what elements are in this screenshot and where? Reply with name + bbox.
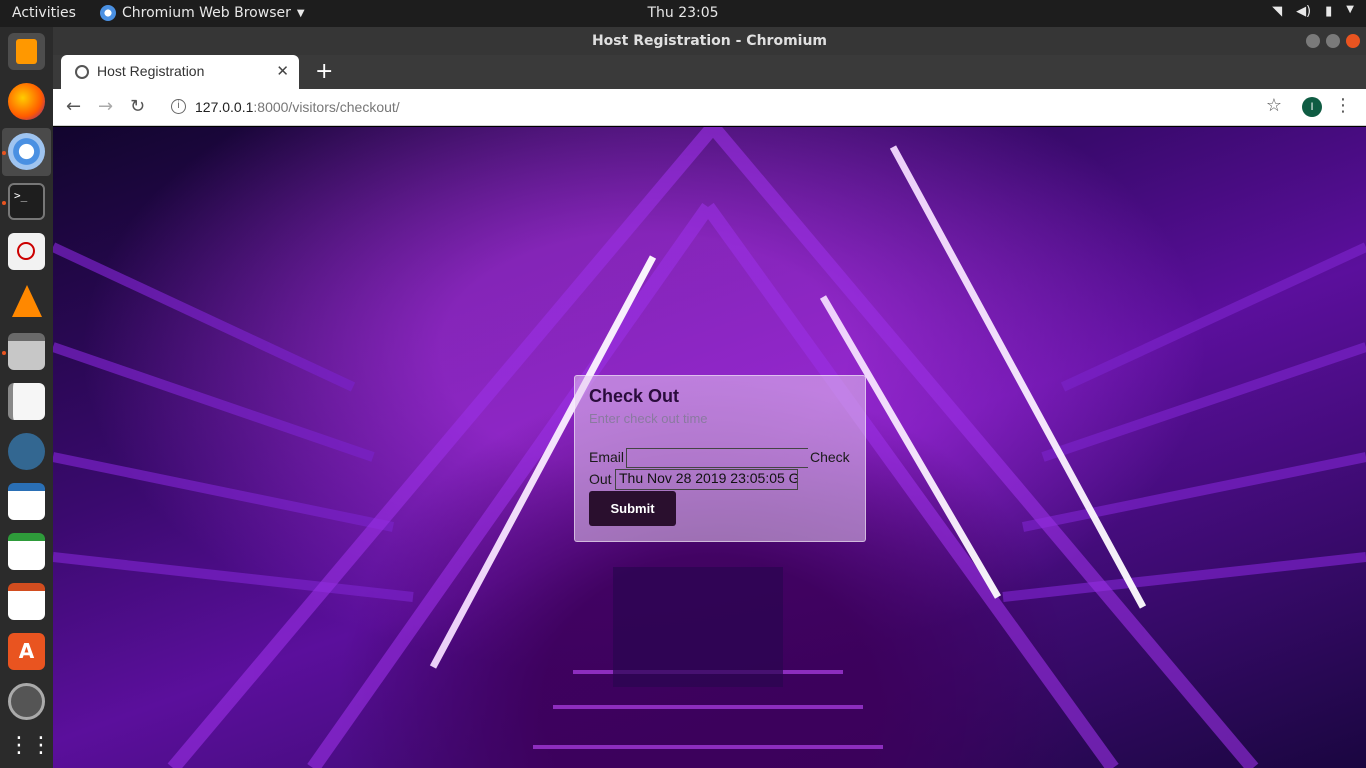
tab-title: Host Registration [97, 63, 205, 79]
app-menu-label: Chromium Web Browser [122, 5, 291, 21]
url-path: :8000/visitors/checkout/ [253, 99, 400, 115]
sublime-text-icon[interactable] [8, 33, 45, 70]
firefox-icon[interactable] [8, 83, 45, 120]
chevron-down-icon: ▼ [296, 7, 305, 19]
form-subheading: Enter check out time [589, 411, 708, 426]
dock: >_ A ⋮⋮ [0, 27, 53, 768]
evince-icon[interactable] [8, 233, 45, 270]
checkout-label-part1: Check [810, 449, 850, 465]
terminal-icon[interactable]: >_ [8, 183, 45, 220]
minimize-icon[interactable] [1306, 34, 1320, 48]
volume-icon: ◀) [1296, 4, 1312, 19]
url-text[interactable]: 127.0.0.1:8000/visitors/checkout/ [195, 99, 400, 115]
window-titlebar: Host Registration - Chromium [53, 27, 1366, 55]
email-field[interactable] [626, 448, 808, 468]
window-title: Host Registration - Chromium [591, 33, 828, 49]
checkout-card: Check Out Enter check out time Email Che… [574, 375, 866, 542]
bookmark-star-icon[interactable]: ☆ [1266, 95, 1282, 116]
profile-avatar[interactable]: I [1302, 97, 1322, 117]
app-menu[interactable]: Chromium Web Browser ▼ [100, 5, 305, 21]
activities-button[interactable]: Activities [12, 5, 76, 21]
calc-icon[interactable] [8, 533, 45, 570]
top-bar: Activities Chromium Web Browser ▼ Thu 23… [0, 0, 1366, 27]
submit-button[interactable]: Submit [589, 491, 676, 526]
page-background: Check Out Enter check out time Email Che… [53, 127, 1366, 768]
text-editor-icon[interactable] [8, 383, 45, 420]
info-icon[interactable]: i [171, 99, 186, 114]
back-icon[interactable]: ← [66, 96, 81, 117]
battery-icon: ▮ [1325, 4, 1333, 19]
checkout-time-field[interactable]: Thu Nov 28 2019 23:05:05 G [615, 469, 798, 490]
globe-icon [75, 65, 89, 79]
writer-icon[interactable] [8, 483, 45, 520]
address-bar[interactable]: i 127.0.0.1:8000/visitors/checkout/ [161, 93, 1251, 122]
chromium-icon[interactable] [8, 133, 45, 170]
email-label: Email [589, 449, 625, 465]
forward-icon[interactable]: → [98, 96, 113, 117]
close-tab-icon[interactable]: ✕ [276, 62, 289, 80]
running-indicator [2, 351, 6, 355]
form-heading: Check Out [589, 386, 680, 406]
reload-icon[interactable]: ↻ [130, 96, 145, 117]
chromium-icon [100, 5, 116, 21]
files-icon[interactable] [8, 333, 45, 370]
close-icon[interactable] [1346, 34, 1360, 48]
chevron-down-icon: ▼ [1346, 4, 1354, 15]
browser-toolbar: ← → ↻ i 127.0.0.1:8000/visitors/checkout… [53, 89, 1366, 126]
system-tray[interactable]: ◥ ◀) ▮ ▼ [1272, 4, 1354, 19]
tab-host-registration[interactable]: Host Registration ✕ [61, 55, 299, 89]
impress-icon[interactable] [8, 583, 45, 620]
new-tab-button[interactable]: + [315, 59, 333, 84]
running-indicator [2, 151, 6, 155]
pgadmin-icon[interactable] [8, 433, 45, 470]
maximize-icon[interactable] [1326, 34, 1340, 48]
url-host: 127.0.0.1 [195, 99, 254, 115]
updater-icon[interactable] [8, 683, 45, 720]
show-apps-icon[interactable]: ⋮⋮ [8, 727, 52, 764]
software-center-icon[interactable]: A [8, 633, 45, 670]
checkout-label-part2: Out [589, 471, 612, 487]
vlc-icon[interactable] [8, 283, 45, 320]
running-indicator [2, 201, 6, 205]
tab-strip: Host Registration ✕ + [53, 55, 1366, 89]
wifi-icon: ◥ [1272, 4, 1283, 19]
menu-icon[interactable]: ⋮ [1334, 95, 1352, 116]
